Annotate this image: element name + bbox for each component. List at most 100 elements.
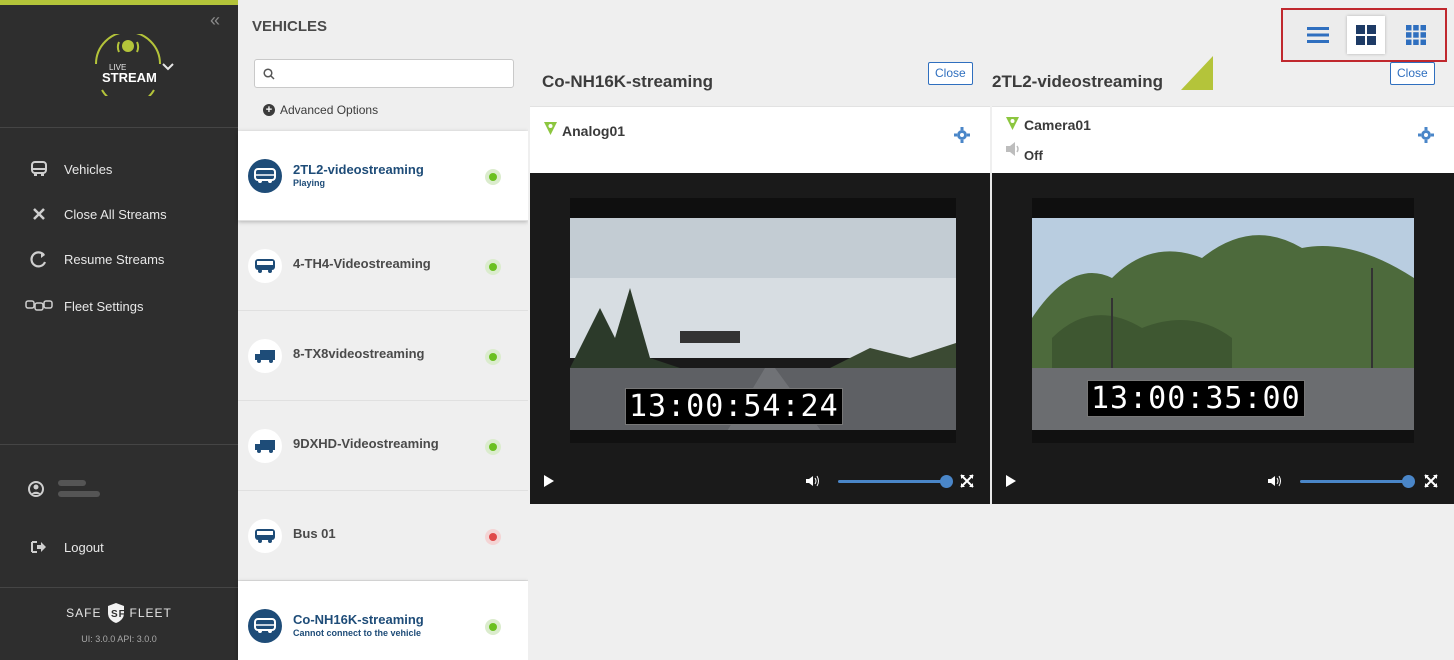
truck-icon	[248, 429, 282, 463]
status-indicator	[485, 619, 501, 635]
volume-slider[interactable]	[1300, 480, 1412, 483]
corner-flag-icon	[1181, 56, 1213, 90]
svg-text:SF: SF	[111, 609, 126, 620]
video-player[interactable]: 13:00:54:24	[530, 173, 990, 504]
search-box[interactable]	[254, 59, 514, 88]
plus-circle-icon: +	[263, 104, 275, 116]
close-stream-button[interactable]: Close	[928, 62, 973, 85]
user-icon	[28, 480, 44, 497]
search-input[interactable]	[283, 66, 513, 81]
status-indicator	[485, 439, 501, 455]
audio-status: Off	[1024, 148, 1043, 163]
play-icon[interactable]	[544, 475, 554, 487]
vehicle-name: Co-NH16K-streaming	[293, 612, 424, 627]
camera-header: Analog01	[530, 106, 990, 173]
video-timestamp: 13:00:35:00	[1087, 380, 1305, 417]
vehicle-name: Bus 01	[293, 526, 336, 541]
gear-icon[interactable]	[954, 127, 970, 143]
advanced-options-label: Advanced Options	[280, 103, 379, 117]
video-timestamp: 13:00:54:24	[625, 388, 843, 425]
list-layout-icon[interactable]	[1299, 16, 1337, 54]
pane-divider	[990, 173, 992, 504]
bus-icon	[248, 159, 282, 193]
bus-icon	[28, 160, 50, 178]
live-stream-logo: LIVE STREAM	[95, 34, 161, 96]
vehicle-item[interactable]: 9DXHD-Videostreaming	[238, 401, 528, 491]
video-controls	[530, 467, 990, 495]
status-indicator	[485, 169, 501, 185]
camera-name: Analog01	[562, 123, 626, 139]
logout-label: Logout	[64, 539, 104, 555]
camera-name: Camera01	[1024, 117, 1091, 133]
chevron-down-icon[interactable]	[162, 62, 174, 72]
version-text: UI: 3.0.0 API: 3.0.0	[81, 634, 157, 644]
brand-right: FLEET	[129, 606, 172, 620]
fullscreen-icon[interactable]	[960, 474, 974, 488]
nav-vehicles[interactable]: Vehicles	[0, 152, 238, 186]
shield-logo-icon: SF	[107, 603, 126, 623]
speaker-muted-icon[interactable]	[1006, 141, 1022, 157]
vehicle-status: Playing	[293, 178, 326, 188]
logout-icon	[28, 540, 50, 554]
bus-icon	[248, 249, 282, 283]
volume-icon[interactable]	[806, 475, 820, 487]
video-frame: 13:00:35:00	[1032, 198, 1414, 443]
status-indicator	[485, 529, 501, 545]
stream-pane: 2TL2-videostreaming Close Camera01 Off 1…	[992, 0, 1454, 504]
layout-switcher	[1281, 8, 1447, 62]
brand-left: SAFE	[66, 606, 102, 620]
video-player[interactable]: 13:00:35:00	[992, 173, 1454, 504]
video-controls	[992, 467, 1454, 495]
divider	[0, 444, 238, 445]
vehicle-item[interactable]: 8-TX8videostreaming	[238, 311, 528, 401]
vehicle-item[interactable]: Bus 01	[238, 491, 528, 581]
vehicle-name: 9DXHD-Videostreaming	[293, 436, 439, 451]
search-icon	[263, 67, 275, 80]
camera-header: Camera01 Off	[992, 106, 1454, 173]
collapse-sidebar-icon[interactable]: «	[210, 10, 220, 31]
nav-close-all-streams[interactable]: Close All Streams	[0, 197, 238, 231]
vehicle-item[interactable]: 2TL2-videostreaming Playing	[238, 131, 528, 221]
logout-button[interactable]: Logout	[0, 530, 238, 564]
user-profile[interactable]	[28, 475, 100, 502]
volume-slider-handle[interactable]	[940, 475, 953, 488]
vehicle-item[interactable]: Co-NH16K-streaming Cannot connect to the…	[238, 581, 528, 660]
safefleet-brand: SAFE SF FLEET UI: 3.0.0 API: 3.0.0	[0, 602, 238, 644]
accent-bar	[0, 0, 238, 5]
camera-icon	[1006, 117, 1019, 130]
status-indicator	[485, 259, 501, 275]
fullscreen-icon[interactable]	[1424, 474, 1438, 488]
stream-area: Co-NH16K-streaming Close Analog01 13:00:…	[528, 0, 1454, 660]
divider	[0, 587, 238, 588]
bus-icon	[248, 609, 282, 643]
advanced-options-link[interactable]: + Advanced Options	[263, 103, 378, 117]
nav-label: Close All Streams	[64, 206, 167, 222]
grid-3x3-icon[interactable]	[1397, 16, 1435, 54]
volume-icon[interactable]	[1268, 475, 1282, 487]
fleet-icon	[24, 299, 54, 313]
nav-label: Fleet Settings	[64, 298, 144, 314]
volume-slider-handle[interactable]	[1402, 475, 1415, 488]
vehicle-status: Cannot connect to the vehicle	[293, 628, 422, 638]
nav-label: Vehicles	[64, 161, 113, 177]
volume-slider[interactable]	[838, 480, 950, 483]
grid-2x2-icon[interactable]	[1347, 16, 1385, 54]
close-stream-button[interactable]: Close	[1390, 62, 1435, 85]
vehicle-name: 4-TH4-Videostreaming	[293, 256, 431, 271]
nav-resume-streams[interactable]: Resume Streams	[0, 242, 238, 276]
gear-icon[interactable]	[1418, 127, 1434, 143]
video-frame: 13:00:54:24	[570, 198, 956, 443]
vehicle-item[interactable]: 4-TH4-Videostreaming	[238, 221, 528, 311]
stream-pane: Co-NH16K-streaming Close Analog01 13:00:…	[528, 0, 990, 504]
truck-icon	[248, 339, 282, 373]
bus-icon	[248, 519, 282, 553]
play-icon[interactable]	[1006, 475, 1016, 487]
refresh-icon	[28, 250, 50, 268]
status-indicator	[485, 349, 501, 365]
vehicle-name: 8-TX8videostreaming	[293, 346, 425, 361]
logo-big-text: STREAM	[102, 70, 157, 85]
sidebar: « LIVE STREAM Vehicles Close All Streams	[0, 0, 238, 660]
nav-fleet-settings[interactable]: Fleet Settings	[0, 289, 238, 323]
pane-title: Co-NH16K-streaming	[542, 72, 713, 91]
redacted-username	[58, 475, 100, 502]
